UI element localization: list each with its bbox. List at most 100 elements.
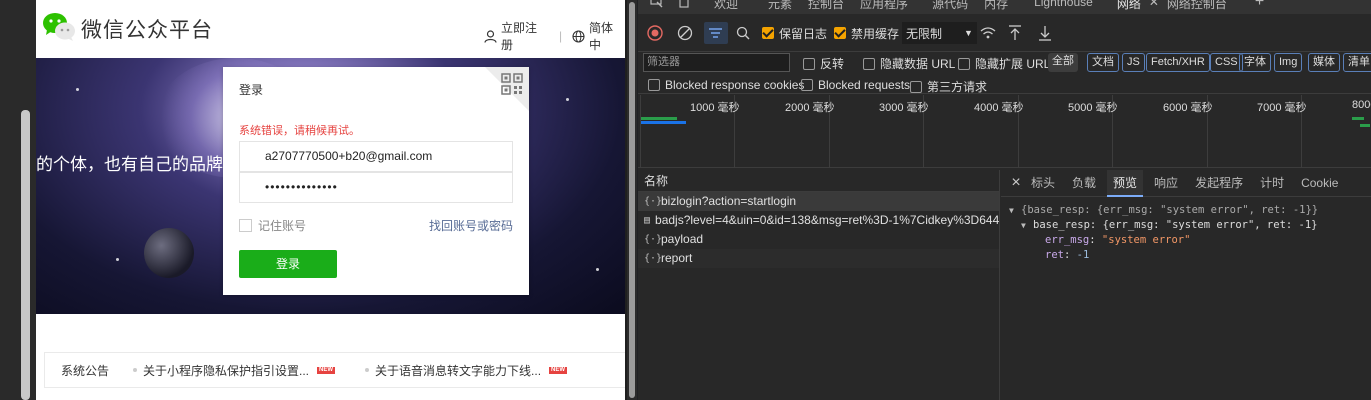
- tab-application[interactable]: 应用程序: [860, 0, 908, 12]
- request-row[interactable]: ▤ badjs?level=4&uin=0&id=138&msg=ret%3D-…: [638, 211, 999, 230]
- name-column-header[interactable]: 名称: [638, 170, 999, 192]
- disable-cache-checkbox[interactable]: [834, 27, 846, 39]
- json-key: base_resp: [1033, 219, 1090, 231]
- tab-memory[interactable]: 内存: [984, 0, 1008, 12]
- export-har-button[interactable]: [1038, 22, 1052, 44]
- register-link[interactable]: 立即注册: [501, 19, 549, 53]
- timeline-tick: 6000 毫秒: [1163, 102, 1213, 114]
- filter-toggle-button[interactable]: [704, 22, 728, 44]
- type-filter-all[interactable]: 全部: [1048, 53, 1078, 72]
- add-tab-icon[interactable]: +: [1255, 0, 1264, 11]
- clear-icon: [677, 25, 693, 41]
- timeline-tick: 7000 毫秒: [1257, 102, 1307, 114]
- forgot-password-link[interactable]: 找回账号或密码: [429, 217, 513, 234]
- tab-sources[interactable]: 源代码: [932, 0, 968, 12]
- hide-data-url-checkbox[interactable]: [863, 57, 875, 70]
- request-name: bizlogin?action=startlogin: [661, 194, 797, 208]
- filter-bar-secondary: Blocked response cookies Blocked request…: [638, 74, 1371, 94]
- tab-welcome[interactable]: 欢迎: [714, 0, 738, 12]
- json-prop-row: ret: -1: [1045, 249, 1090, 261]
- throttle-select[interactable]: 无限制 ▼: [902, 22, 977, 44]
- search-button[interactable]: [736, 22, 750, 44]
- json-base-row[interactable]: ▼ base_resp: {err_msg: "system error", re…: [1009, 218, 1371, 233]
- type-filter-css[interactable]: CSS: [1210, 53, 1243, 72]
- tab-elements[interactable]: 元素: [768, 0, 792, 12]
- hide-data-url-toggle[interactable]: 隐藏数据 URL: [863, 55, 955, 72]
- page-scrollbar[interactable]: [627, 0, 637, 400]
- notice-item[interactable]: 关于语音消息转文字能力下线... NEW: [365, 362, 568, 379]
- scrollbar-thumb[interactable]: [21, 110, 30, 400]
- tab-network-console[interactable]: 网络控制台: [1167, 0, 1227, 12]
- device-toggle-icon[interactable]: [678, 0, 692, 12]
- upload-icon: [1009, 25, 1021, 40]
- tab-lighthouse[interactable]: Lighthouse: [1034, 0, 1093, 9]
- type-filter-media[interactable]: 媒体: [1308, 53, 1340, 72]
- login-panel: 登录 系统错误，请稍候再试。 a2707770500+b20@gmail.com…: [223, 67, 529, 295]
- hide-ext-url-checkbox[interactable]: [958, 57, 970, 70]
- tab-network[interactable]: 网络: [1117, 0, 1141, 12]
- notice-item[interactable]: 关于小程序隐私保护指引设置... NEW: [133, 362, 336, 379]
- type-filter-img[interactable]: Img: [1274, 53, 1303, 72]
- filter-bar: 筛选器 反转 隐藏数据 URL 隐藏扩展 URL 全部 文档 JS Fetch/…: [638, 52, 1371, 74]
- invert-toggle[interactable]: 反转: [803, 55, 844, 72]
- type-filter-js[interactable]: JS: [1122, 53, 1145, 72]
- qrcode-icon[interactable]: [501, 73, 523, 95]
- blocked-cookies-toggle[interactable]: Blocked response cookies: [648, 78, 804, 92]
- json-root-row[interactable]: ▼ {base_resp: {err_msg: "system error", r…: [1009, 203, 1371, 218]
- expand-triangle-icon[interactable]: ▼: [1009, 203, 1021, 218]
- blocked-requests-toggle[interactable]: Blocked requests: [801, 78, 910, 92]
- notice-item-text[interactable]: 关于小程序隐私保护指引设置...: [143, 362, 309, 379]
- filter-input[interactable]: 筛选器: [643, 53, 790, 72]
- network-conditions-button[interactable]: [980, 22, 996, 44]
- hide-data-url-label: 隐藏数据 URL: [880, 57, 956, 71]
- type-filter-font[interactable]: 字体: [1239, 53, 1271, 72]
- language-selector[interactable]: 简体中: [589, 19, 625, 53]
- inspect-icon[interactable]: [650, 0, 664, 12]
- scrollbar-thumb[interactable]: [629, 2, 635, 398]
- tab-console[interactable]: 控制台: [808, 0, 844, 12]
- tab-initiator[interactable]: 发起程序: [1195, 170, 1243, 197]
- notice-title: 系统公告: [61, 363, 110, 378]
- disable-cache-toggle[interactable]: 禁用缓存: [834, 22, 899, 44]
- record-button[interactable]: [647, 22, 663, 44]
- password-input[interactable]: ••••••••••••••: [239, 172, 513, 203]
- import-har-button[interactable]: [1008, 22, 1022, 44]
- blocked-requests-checkbox[interactable]: [801, 79, 813, 91]
- type-filter-manifest[interactable]: 清单: [1343, 53, 1371, 72]
- request-row[interactable]: {·} bizlogin?action=startlogin: [638, 192, 999, 211]
- timeline-request-bar: [641, 121, 686, 124]
- chevron-down-icon: ▼: [964, 28, 973, 38]
- tab-timing[interactable]: 计时: [1260, 170, 1284, 197]
- network-overview-timeline[interactable]: 1000 毫秒 2000 毫秒 3000 毫秒 4000 毫秒 5000 毫秒 …: [638, 95, 1371, 168]
- tab-response[interactable]: 响应: [1154, 170, 1178, 197]
- close-icon[interactable]: ×: [1001, 174, 1031, 192]
- tab-payload[interactable]: 负载: [1072, 170, 1096, 197]
- remember-checkbox[interactable]: [239, 219, 252, 232]
- request-row[interactable]: {·} report: [638, 249, 999, 268]
- remember-label: 记住账号: [258, 219, 307, 233]
- third-party-toggle[interactable]: 第三方请求: [910, 78, 987, 95]
- login-button[interactable]: 登录: [239, 250, 337, 278]
- remember-account[interactable]: 记住账号: [239, 217, 306, 234]
- type-filter-doc[interactable]: 文档: [1087, 53, 1119, 72]
- preserve-log-checkbox[interactable]: [762, 27, 774, 39]
- clear-button[interactable]: [677, 22, 693, 44]
- tab-preview[interactable]: 预览: [1107, 169, 1144, 197]
- json-base-summary: {err_msg: "system error", ret: -1}: [1102, 219, 1318, 231]
- expand-triangle-icon[interactable]: ▼: [1021, 218, 1033, 233]
- request-row[interactable]: {·} payload: [638, 230, 999, 249]
- third-party-checkbox[interactable]: [910, 80, 922, 93]
- close-tab-icon[interactable]: ✕: [1149, 0, 1159, 9]
- hide-ext-url-toggle[interactable]: 隐藏扩展 URL: [958, 55, 1050, 72]
- invert-checkbox[interactable]: [803, 57, 815, 70]
- xhr-icon: {·}: [644, 234, 663, 245]
- blocked-cookies-checkbox[interactable]: [648, 79, 660, 91]
- type-filter-fetch-xhr[interactable]: Fetch/XHR: [1146, 53, 1210, 72]
- tab-headers[interactable]: 标头: [1031, 170, 1055, 197]
- hide-ext-url-label: 隐藏扩展 URL: [975, 57, 1051, 71]
- notice-item-text[interactable]: 关于语音消息转文字能力下线...: [375, 362, 541, 379]
- third-party-label: 第三方请求: [927, 80, 988, 94]
- tab-cookies[interactable]: Cookie: [1301, 170, 1338, 197]
- preserve-log-toggle[interactable]: 保留日志: [762, 22, 827, 44]
- username-input[interactable]: a2707770500+b20@gmail.com: [239, 141, 513, 172]
